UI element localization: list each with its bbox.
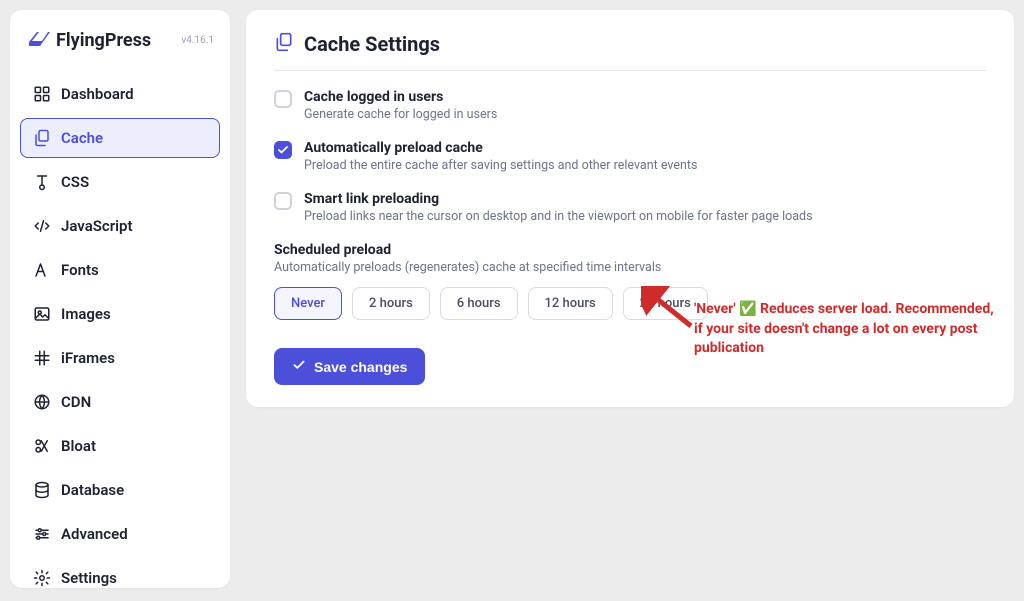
setting-title: Cache logged in users <box>304 89 497 105</box>
setting-title: Smart link preloading <box>304 191 813 207</box>
dashboard-icon <box>33 85 51 103</box>
brand-logo-icon <box>26 28 50 52</box>
setting-title: Automatically preload cache <box>304 140 697 156</box>
brand: FlyingPress v4.16.1 <box>20 28 220 66</box>
settings-icon <box>33 569 51 587</box>
setting-row: Smart link preloading Preload links near … <box>274 191 986 224</box>
sidebar: FlyingPress v4.16.1 Dashboard Cache CSS Jav… <box>10 10 230 588</box>
setting-desc: Generate cache for logged in users <box>304 107 497 122</box>
sidebar-item-label: JavaScript <box>61 217 133 235</box>
sidebar-item-dashboard[interactable]: Dashboard <box>20 74 220 114</box>
sidebar-item-fonts[interactable]: Fonts <box>20 250 220 290</box>
panel-title: Cache Settings <box>304 32 440 56</box>
bloat-icon <box>33 437 51 455</box>
settings-list: Cache logged in users Generate cache for … <box>274 89 986 224</box>
brand-name: FlyingPress <box>56 30 151 51</box>
panel-cache-settings: Cache Settings Cache logged in users Gene… <box>246 10 1014 407</box>
save-button-label: Save changes <box>314 359 407 375</box>
sidebar-item-label: Images <box>61 305 111 323</box>
annotation-text: 'Never' ✅ Reduces server load. Recommend… <box>694 300 994 359</box>
checkbox[interactable] <box>274 192 292 210</box>
advanced-icon <box>33 525 51 543</box>
sidebar-item-label: CDN <box>61 393 91 411</box>
sidebar-item-database[interactable]: Database <box>20 470 220 510</box>
sidebar-item-cdn[interactable]: CDN <box>20 382 220 422</box>
sidebar-nav: Dashboard Cache CSS JavaScript Fonts Images iF… <box>20 74 220 598</box>
setting-row: Automatically preload cache Preload the e… <box>274 140 986 173</box>
schedule-option[interactable]: 12 hours <box>528 287 613 320</box>
sidebar-item-label: Advanced <box>61 525 128 543</box>
fonts-icon <box>33 261 51 279</box>
code-icon <box>33 217 51 235</box>
cache-icon <box>274 32 294 56</box>
cache-icon <box>33 129 51 147</box>
sidebar-item-label: Fonts <box>61 261 99 279</box>
sidebar-item-cache[interactable]: Cache <box>20 118 220 158</box>
setting-desc: Preload links near the cursor on desktop… <box>304 209 813 224</box>
sidebar-item-bloat[interactable]: Bloat <box>20 426 220 466</box>
schedule-option[interactable]: 6 hours <box>440 287 518 320</box>
database-icon <box>33 481 51 499</box>
setting-text: Automatically preload cache Preload the e… <box>304 140 697 173</box>
schedule-option[interactable]: Never <box>274 287 342 320</box>
setting-text: Cache logged in users Generate cache for … <box>304 89 497 122</box>
setting-desc: Preload the entire cache after saving se… <box>304 158 697 173</box>
images-icon <box>33 305 51 323</box>
checkbox[interactable] <box>274 141 292 159</box>
sidebar-item-label: Bloat <box>61 437 96 455</box>
setting-row: Cache logged in users Generate cache for … <box>274 89 986 122</box>
scheduled-preload-title: Scheduled preload <box>274 242 986 258</box>
save-changes-button[interactable]: Save changes <box>274 348 425 385</box>
panel-header: Cache Settings <box>274 32 986 71</box>
sidebar-item-images[interactable]: Images <box>20 294 220 334</box>
sidebar-item-label: iFrames <box>61 349 115 367</box>
sidebar-item-advanced[interactable]: Advanced <box>20 514 220 554</box>
schedule-option[interactable]: 2 hours <box>352 287 430 320</box>
sidebar-item-label: Cache <box>61 129 103 147</box>
brand-version: v4.16.1 <box>181 35 214 46</box>
sidebar-item-label: Settings <box>61 569 117 587</box>
sidebar-item-label: CSS <box>61 173 89 191</box>
checkbox[interactable] <box>274 90 292 108</box>
sidebar-item-settings[interactable]: Settings <box>20 558 220 598</box>
setting-text: Smart link preloading Preload links near … <box>304 191 813 224</box>
sidebar-item-iframes[interactable]: iFrames <box>20 338 220 378</box>
scheduled-preload-desc: Automatically preloads (regenerates) cac… <box>274 260 986 275</box>
cdn-icon <box>33 393 51 411</box>
sidebar-item-label: Dashboard <box>61 85 134 103</box>
sidebar-item-label: Database <box>61 481 124 499</box>
sidebar-item-javascript[interactable]: JavaScript <box>20 206 220 246</box>
sidebar-item-css[interactable]: CSS <box>20 162 220 202</box>
check-icon <box>292 358 306 375</box>
css-icon <box>33 173 51 191</box>
iframes-icon <box>33 349 51 367</box>
